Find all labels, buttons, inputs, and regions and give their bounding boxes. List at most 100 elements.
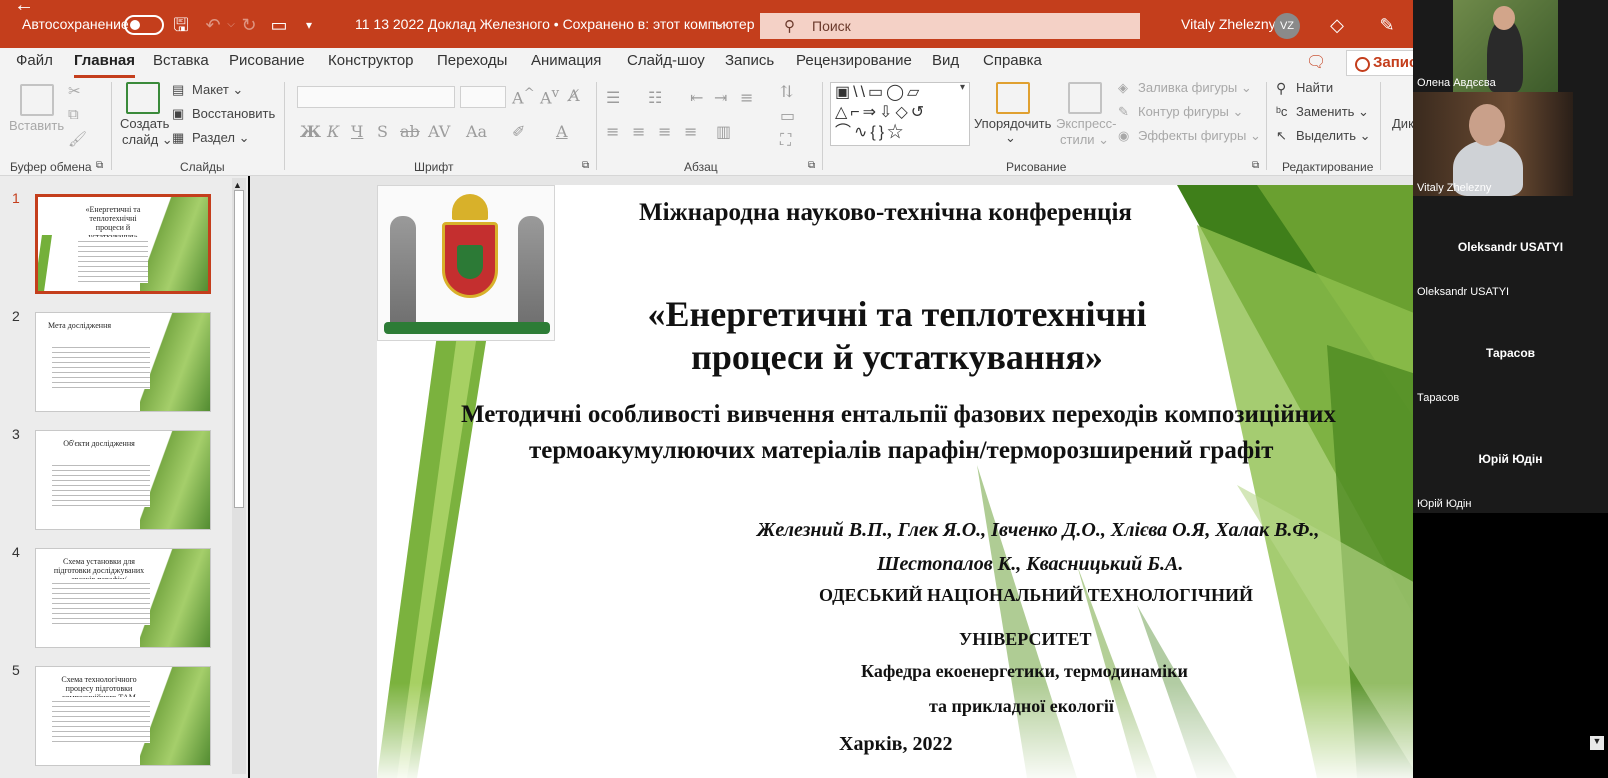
slide-city-year[interactable]: Харків, 2022: [839, 733, 952, 756]
section-button[interactable]: Раздел ⌄: [192, 130, 249, 146]
new-slide-icon[interactable]: [126, 82, 160, 114]
shape-effects-button[interactable]: Эффекты фигуры ⌄: [1138, 128, 1261, 144]
align-right-icon[interactable]: ≡: [658, 122, 671, 141]
arrange-dropdown[interactable]: ⌄: [1005, 130, 1016, 146]
align-center-icon[interactable]: ≡: [632, 122, 645, 141]
layout-icon[interactable]: ▤: [172, 82, 184, 98]
tab-insert[interactable]: Вставка: [153, 52, 209, 78]
participant-tile[interactable]: Vitaly Zheleznу: [1413, 92, 1608, 196]
bullets-icon[interactable]: ☰: [606, 88, 620, 107]
participant-tile[interactable]: Олена Авдєєва: [1413, 0, 1608, 92]
section-icon[interactable]: ▦: [172, 130, 184, 146]
replace-icon[interactable]: ᵇc: [1276, 104, 1287, 119]
decrease-font-icon[interactable]: Av: [540, 86, 559, 107]
slide-thumbnail-4[interactable]: Схема установки для підготовки досліджув…: [35, 548, 211, 648]
clipboard-launcher-icon[interactable]: ⧉: [96, 160, 103, 171]
slide-authors-line2[interactable]: Шестопалов К., Квасницький Б.А.: [877, 553, 1183, 576]
tab-review[interactable]: Рецензирование: [796, 52, 912, 78]
layout-button[interactable]: Макет ⌄: [192, 82, 243, 98]
current-slide[interactable]: Міжнародна науково-технічна конференція …: [377, 185, 1419, 778]
title-chevron-icon[interactable]: ⌵: [714, 14, 725, 31]
autosave-toggle[interactable]: [124, 15, 164, 35]
slide-department-line1[interactable]: Кафедра екоенергетики, термодинаміки: [861, 661, 1188, 682]
tab-design[interactable]: Конструктор: [328, 52, 414, 78]
change-case-icon[interactable]: Aa: [466, 122, 487, 141]
slide-thumbnail-1[interactable]: «Енергетичні та теплотехнічні процеси й …: [35, 194, 211, 294]
format-painter-icon[interactable]: 🖌: [68, 130, 87, 148]
participant-tile[interactable]: Тарасов Тарасов: [1413, 302, 1608, 406]
customize-qat-icon[interactable]: ▾: [298, 14, 320, 36]
slide-thumbnail-3[interactable]: Об'єкти дослідження: [35, 430, 211, 530]
dictate-button[interactable]: Дик: [1392, 116, 1414, 131]
premium-diamond-icon[interactable]: ◇: [1326, 14, 1348, 36]
select-button[interactable]: Выделить ⌄: [1296, 128, 1370, 144]
conference-heading[interactable]: Міжнародна науково-технічна конференція: [639, 199, 1132, 227]
align-text-icon[interactable]: ▭: [780, 106, 795, 125]
tab-file[interactable]: Файл: [16, 52, 53, 78]
tab-slideshow[interactable]: Слайд-шоу: [627, 52, 705, 78]
columns-icon[interactable]: ▥: [716, 122, 731, 141]
copy-icon[interactable]: ⧉: [68, 106, 79, 123]
participant-tile[interactable]: Юрій Юдін Юрій Юдін: [1413, 406, 1608, 513]
search-box[interactable]: ⚲ Поиск: [760, 13, 1140, 39]
shape-outline-icon[interactable]: ✎: [1118, 104, 1129, 120]
increase-indent-icon[interactable]: ⇥: [714, 88, 727, 107]
quick-styles-dropdown[interactable]: стили ⌄: [1060, 132, 1109, 148]
present-icon[interactable]: ▭: [268, 14, 290, 36]
scroll-up-icon[interactable]: ▲: [233, 180, 242, 190]
shadow-icon[interactable]: S: [377, 122, 388, 141]
slide-subtitle-line2[interactable]: термоакумулюючих матеріалів парафін/терм…: [529, 437, 1273, 465]
gallery-scroll-icon[interactable]: ▾: [960, 82, 965, 93]
record-button[interactable]: Запись: [1346, 50, 1416, 76]
select-icon[interactable]: ↖: [1276, 128, 1287, 144]
arrange-icon[interactable]: [996, 82, 1030, 114]
paste-button[interactable]: Вставить: [9, 118, 64, 133]
shape-fill-button[interactable]: Заливка фигуры ⌄: [1138, 80, 1252, 96]
document-title[interactable]: 11 13 2022 Доклад Железного • Сохранено …: [355, 16, 754, 32]
arrange-button[interactable]: Упорядочить: [974, 116, 1051, 131]
reset-button[interactable]: Восстановить: [192, 106, 275, 121]
find-icon[interactable]: ⚲: [1276, 80, 1286, 97]
font-family-select[interactable]: [297, 86, 455, 108]
numbering-icon[interactable]: ☷: [648, 88, 662, 107]
justify-icon[interactable]: ≡: [684, 122, 697, 141]
tab-draw[interactable]: Рисование: [229, 52, 305, 78]
line-spacing-icon[interactable]: ≡: [740, 88, 753, 107]
smartart-icon[interactable]: ⛶: [780, 130, 791, 150]
reset-icon[interactable]: ▣: [172, 106, 184, 122]
increase-font-icon[interactable]: A^: [512, 86, 535, 107]
new-slide-button[interactable]: Создать: [120, 116, 169, 131]
strikethrough-icon[interactable]: ab: [400, 122, 420, 141]
tab-view[interactable]: Вид: [932, 52, 959, 78]
scroll-down-icon[interactable]: ▼: [1590, 736, 1604, 750]
bold-icon[interactable]: Ж: [300, 122, 321, 141]
slide-subtitle-line1[interactable]: Методичні особливості вивчення ентальпії…: [461, 401, 1336, 429]
char-spacing-icon[interactable]: AV: [428, 122, 450, 141]
shape-fill-icon[interactable]: ◈: [1118, 80, 1128, 96]
shape-effects-icon[interactable]: ◉: [1118, 128, 1129, 144]
tab-animations[interactable]: Анимация: [531, 52, 601, 78]
comments-icon[interactable]: 🗨: [1306, 52, 1326, 72]
slide-thumbnail-2[interactable]: Мета дослідження: [35, 312, 211, 412]
font-launcher-icon[interactable]: ⧉: [582, 160, 589, 171]
replace-button[interactable]: Заменить ⌄: [1296, 104, 1369, 120]
font-size-select[interactable]: [460, 86, 506, 108]
highlight-icon[interactable]: ✐: [512, 122, 525, 141]
user-name[interactable]: Vitaly Zheleznу: [1181, 16, 1276, 32]
paragraph-launcher-icon[interactable]: ⧉: [808, 160, 815, 171]
redo-icon[interactable]: ↻: [238, 14, 260, 36]
paste-icon[interactable]: [20, 84, 54, 116]
decrease-indent-icon[interactable]: ⇤: [690, 88, 703, 107]
shapes-gallery[interactable]: ▣\\▭◯▱ △⌐⇒⇩◇↺ ⌒∿{}☆: [830, 82, 970, 146]
italic-icon[interactable]: К: [327, 122, 339, 141]
slide-title-line1[interactable]: «Енергетичні та теплотехнічні: [647, 293, 1147, 335]
thumbnail-scrollbar-thumb[interactable]: [234, 190, 244, 508]
font-color-icon[interactable]: A: [556, 122, 568, 141]
slide-university-line1[interactable]: ОДЕСЬКИЙ НАЦІОНАЛЬНИЙ ТЕХНОЛОГІЧНИЙ: [819, 585, 1253, 606]
drawing-launcher-icon[interactable]: ⧉: [1252, 160, 1259, 171]
slide-title-line2[interactable]: процеси й устаткування»: [647, 336, 1147, 378]
slide-thumbnail-5[interactable]: Схема технологічного процесу підготовки …: [35, 666, 211, 766]
tab-home[interactable]: Главная: [74, 52, 136, 78]
quick-styles-icon[interactable]: [1068, 82, 1102, 114]
back-arrow-icon[interactable]: ←: [14, 0, 34, 17]
